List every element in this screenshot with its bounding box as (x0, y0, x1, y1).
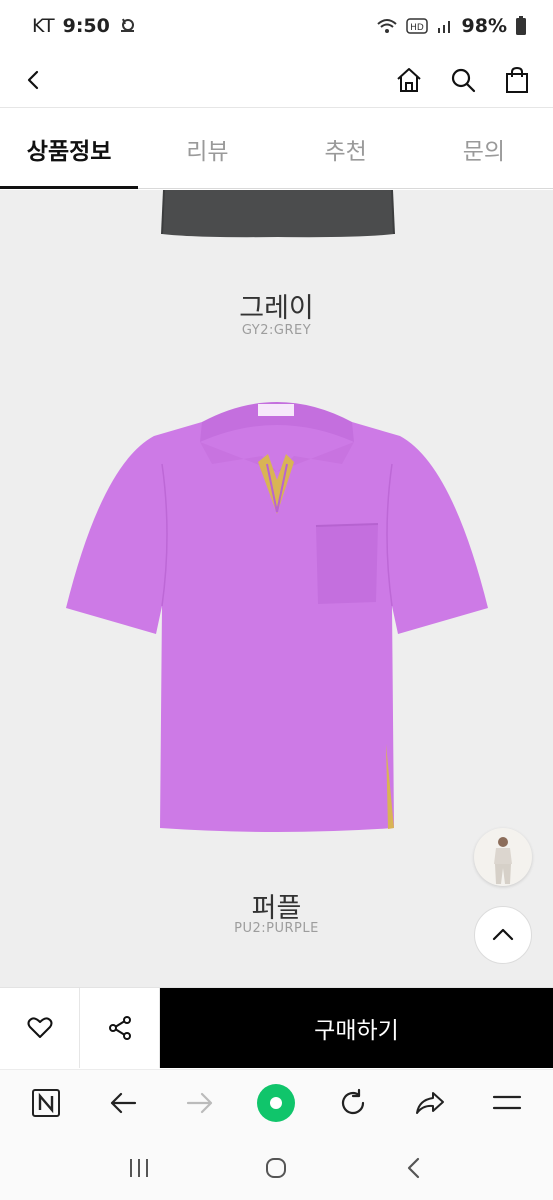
purple-polo-shirt-image (66, 402, 488, 832)
heart-icon (27, 1017, 52, 1038)
search-button[interactable] (443, 60, 483, 100)
color-code-purple: PU2:PURPLE (234, 921, 319, 936)
top-header (0, 52, 553, 108)
share-icon (108, 1016, 131, 1040)
snail-notification-icon (118, 15, 136, 38)
carrier-label: KT (32, 15, 55, 37)
product-tabs: 상품정보 리뷰 추천 문의 (0, 109, 553, 189)
search-icon (451, 68, 476, 93)
color-name-grey: 그레이 (239, 293, 314, 324)
wifi-icon (376, 17, 398, 35)
chevron-up-icon (492, 928, 514, 941)
cart-button[interactable] (497, 60, 537, 100)
shopping-bag-icon (506, 66, 528, 93)
green-dot-home-icon (257, 1084, 296, 1122)
system-navigation-bar (0, 1136, 553, 1200)
model-photo-image (494, 837, 512, 884)
buy-button[interactable]: 구매하기 (160, 988, 553, 1068)
scroll-top-button[interactable] (474, 906, 532, 964)
home-button[interactable] (389, 60, 429, 100)
model-thumbnail-button[interactable] (474, 828, 532, 886)
status-right: HD 98% (376, 15, 527, 37)
product-detail-content: 그레이 GY2:GREY 퍼플 PU2:PURPLE (0, 190, 553, 987)
tab-inquiry[interactable]: 문의 (415, 109, 553, 188)
naver-button[interactable] (22, 1079, 70, 1127)
back-chevron-icon (408, 1157, 420, 1179)
browser-toolbar (0, 1069, 553, 1136)
browser-home-button[interactable] (252, 1079, 300, 1127)
status-left: KT 9:50 (32, 15, 136, 38)
home-icon (397, 68, 421, 92)
back-button[interactable] (14, 60, 54, 100)
menu-button[interactable] (483, 1079, 531, 1127)
status-bar: KT 9:50 HD 98% (0, 0, 553, 52)
battery-label: 98% (461, 15, 507, 37)
back-arrow-icon (110, 1092, 137, 1114)
recent-apps-button[interactable] (115, 1144, 163, 1192)
color-code-grey: GY2:GREY (241, 323, 312, 338)
tab-reviews[interactable]: 리뷰 (138, 109, 276, 188)
reload-button[interactable] (329, 1079, 377, 1127)
svg-text:HD: HD (410, 23, 424, 33)
naver-n-icon (32, 1089, 61, 1117)
home-circle-icon (266, 1158, 287, 1178)
browser-back-button[interactable] (99, 1079, 147, 1127)
share-button[interactable] (80, 988, 160, 1068)
time-label: 9:50 (62, 15, 110, 37)
tab-recommend[interactable]: 추천 (277, 109, 415, 188)
forward-arrow-icon (186, 1092, 212, 1114)
wishlist-button[interactable] (0, 988, 80, 1068)
tab-product-info[interactable]: 상품정보 (0, 109, 139, 189)
menu-icon (492, 1095, 521, 1110)
system-back-button[interactable] (390, 1144, 438, 1192)
recent-apps-icon (129, 1159, 148, 1177)
purchase-bar: 구매하기 (0, 987, 553, 1068)
color-name-purple: 퍼플 (251, 893, 302, 924)
back-arrow-icon (27, 70, 39, 90)
header-actions (389, 60, 537, 100)
grey-shirt-image (161, 190, 395, 238)
system-home-button[interactable] (252, 1144, 300, 1192)
browser-forward-button[interactable] (176, 1079, 224, 1127)
share-forward-icon (415, 1092, 444, 1114)
battery-icon (515, 16, 527, 36)
signal-icon (436, 17, 454, 35)
share-forward-button[interactable] (406, 1079, 454, 1127)
reload-icon (342, 1088, 365, 1115)
hd-voice-icon: HD (405, 17, 428, 35)
